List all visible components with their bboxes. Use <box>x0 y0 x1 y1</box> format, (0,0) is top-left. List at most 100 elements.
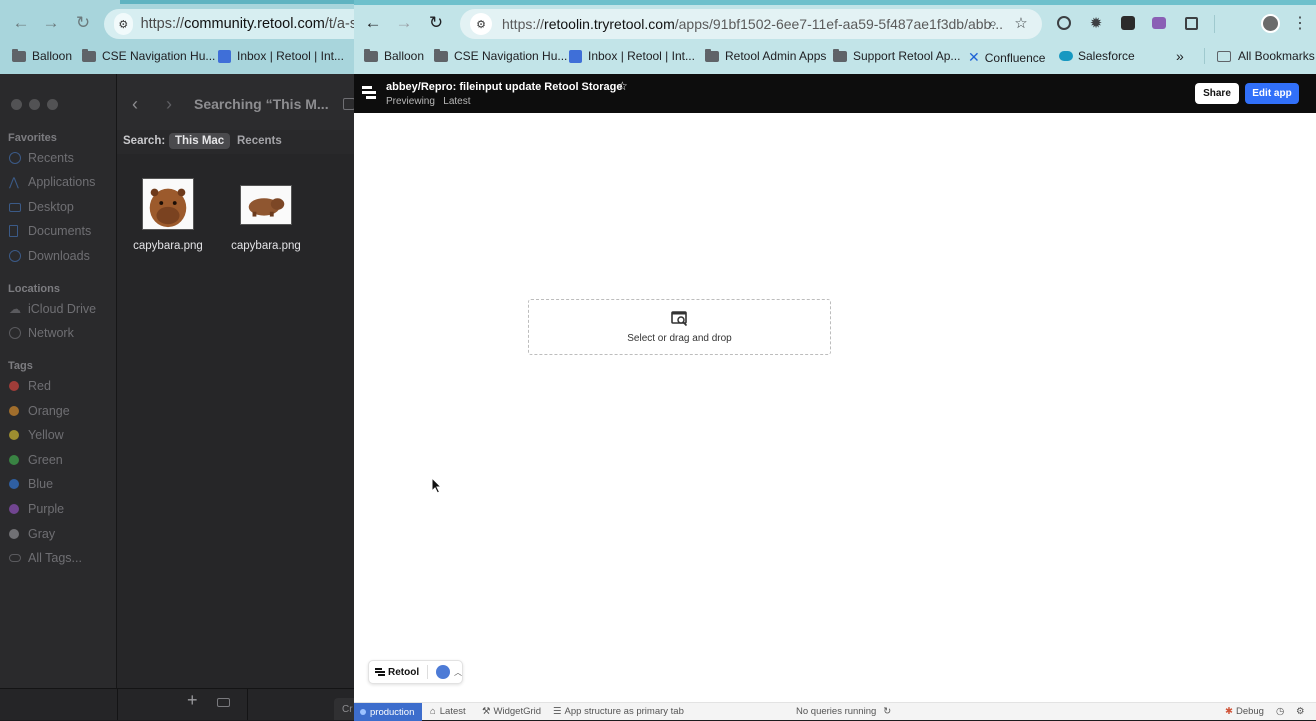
bookmark-balloon[interactable]: Balloon <box>12 48 72 63</box>
bookmark-inbox[interactable]: Inbox | Retool | Int... <box>218 49 344 63</box>
favorites-header: Favorites <box>8 132 57 144</box>
sidebar-item-documents[interactable]: Documents <box>9 221 91 241</box>
file-search-icon <box>670 310 687 326</box>
status-version[interactable]: ⌂ Latest <box>430 706 466 717</box>
folder-outline-icon <box>1217 50 1231 62</box>
profile-avatar[interactable] <box>1261 14 1280 33</box>
retool-menu-pill[interactable]: Retool ︿ <box>368 660 463 684</box>
share-button[interactable]: Share <box>1195 83 1239 104</box>
finder-forward-icon[interactable]: › <box>166 94 172 115</box>
scope-recents[interactable]: Recents <box>231 133 288 149</box>
sidebar-item-applications[interactable]: ⋀ Applications <box>9 172 95 192</box>
extension-cat-icon[interactable] <box>1147 11 1171 35</box>
sidebar-item-desktop[interactable]: Desktop <box>9 197 74 217</box>
edit-app-button[interactable]: Edit app <box>1245 83 1299 104</box>
star-bookmark-icon[interactable]: ☆ <box>1009 11 1033 35</box>
forward-arrow-icon[interactable]: → <box>391 10 417 36</box>
bookmark-cse-navigation[interactable]: CSE Navigation Hu... <box>82 48 215 63</box>
sidebar-tag-label: Gray <box>28 526 56 541</box>
bookmark-cse-navigation[interactable]: CSE Navigation Hu... <box>434 48 568 63</box>
back-address-bar[interactable]: ⚙ https://community.retool.com/t/a-stra <box>104 9 374 39</box>
reload-icon[interactable]: ↻ <box>423 10 449 36</box>
bookmark-label: Confluence <box>984 50 1046 65</box>
keyboard-icon[interactable] <box>217 698 230 707</box>
back-arrow-icon[interactable]: ← <box>360 10 386 36</box>
status-structure[interactable]: ☰ App structure as primary tab <box>553 706 684 717</box>
sidebar-tag-blue[interactable]: Blue <box>9 474 53 494</box>
tag-icon: ⌂ <box>430 706 436 717</box>
minimize-window-icon[interactable] <box>29 99 40 110</box>
sidebar-item-recents[interactable]: Recents <box>9 148 74 168</box>
menu-kebab-icon[interactable]: ⋮ <box>1288 11 1312 35</box>
app-title: abbey/Repro: fileinput update Retool Sto… <box>386 81 623 93</box>
capybara-thumbnail <box>142 178 194 230</box>
back-arrow-icon[interactable]: ← <box>8 10 34 36</box>
refresh-icon[interactable]: ↻ <box>883 706 891 717</box>
bookmark-label: Balloon <box>384 49 425 63</box>
clock-icon <box>9 152 21 164</box>
zoom-search-icon[interactable]: ⌕ <box>981 11 1005 35</box>
sidebar-tag-orange[interactable]: Orange <box>9 401 70 421</box>
zoom-window-icon[interactable] <box>47 99 58 110</box>
scope-this-mac[interactable]: This Mac <box>169 133 231 149</box>
sidebar-item-label: Desktop <box>28 200 74 214</box>
bookmark-confluence[interactable]: ✕ Confluence <box>968 49 1045 66</box>
bookmark-label: CSE Navigation Hu... <box>454 49 568 63</box>
sidebar-item-network[interactable]: Network <box>9 323 74 343</box>
finder-back-icon[interactable]: ‹ <box>132 94 138 115</box>
tag-color-dot-icon <box>9 504 19 514</box>
sidebar-item-icloud[interactable]: ☁ iCloud Drive <box>9 299 96 319</box>
app-version[interactable]: Latest <box>443 96 470 107</box>
app-mode: Previewing <box>386 96 435 107</box>
file-dropzone[interactable]: Select or drag and drop <box>528 299 831 355</box>
all-bookmarks[interactable]: All Bookmarks <box>1217 49 1315 63</box>
tag-color-dot-icon <box>9 454 19 465</box>
file-item[interactable]: capybara.png <box>123 178 213 252</box>
document-icon <box>9 225 18 237</box>
file-item[interactable]: capybara.png <box>221 185 311 252</box>
history-icon[interactable]: ◷ <box>1276 706 1284 717</box>
extension-lens-icon[interactable] <box>1052 11 1076 35</box>
sidebar-tag-red[interactable]: Red <box>9 376 51 396</box>
retool-logo-icon <box>375 668 385 676</box>
app-status-bar: production ⌂ Latest ⚒ WidgetGrid ☰ App stru… <box>354 702 1316 721</box>
site-settings-icon[interactable]: ⚙ <box>470 13 492 35</box>
status-version-label: Latest <box>439 706 466 717</box>
sidebar-item-label: iCloud Drive <box>28 302 97 316</box>
bookmarks-divider <box>1204 48 1205 64</box>
sidebar-tag-yellow[interactable]: Yellow <box>9 425 64 445</box>
site-settings-icon[interactable]: ⚙ <box>114 13 133 35</box>
address-bar[interactable]: ⚙ https://retoolin.tryretool.com/apps/91… <box>460 9 1042 39</box>
sidebar-tag-purple[interactable]: Purple <box>9 499 64 519</box>
bookmark-retool-admin[interactable]: Retool Admin Apps <box>705 48 826 63</box>
bookmark-support-retool[interactable]: Support Retool Ap... <box>833 48 960 63</box>
sidebar-item-label: Network <box>28 326 74 340</box>
gear-extension-icon[interactable]: ✹ <box>1084 11 1108 35</box>
sidebar-item-all-tags[interactable]: All Tags... <box>9 548 82 568</box>
retool-logo-icon[interactable] <box>362 86 376 99</box>
sidebar-tag-label: Yellow <box>28 428 64 443</box>
reload-icon[interactable]: ↻ <box>70 10 96 36</box>
chevron-up-icon[interactable]: ︿ <box>454 667 462 678</box>
settings-gear-icon[interactable]: ⚙ <box>1296 706 1305 717</box>
sidebar-tag-gray[interactable]: Gray <box>9 524 55 544</box>
close-window-icon[interactable] <box>11 99 22 110</box>
bookmark-balloon[interactable]: Balloon <box>364 48 425 63</box>
favorite-star-icon[interactable]: ☆ <box>617 79 628 93</box>
sidebar-tag-green[interactable]: Green <box>9 450 63 470</box>
forward-arrow-icon[interactable]: → <box>38 10 64 36</box>
user-avatar[interactable] <box>436 665 450 679</box>
debug-button[interactable]: ✱ Debug <box>1225 706 1264 717</box>
sidebar-item-downloads[interactable]: Downloads <box>9 246 90 266</box>
bug-icon: ✱ <box>1225 706 1233 717</box>
status-widget[interactable]: ⚒ WidgetGrid <box>482 706 541 717</box>
download-icon <box>9 250 21 262</box>
bookmark-salesforce[interactable]: Salesforce <box>1059 49 1135 63</box>
tags-icon <box>9 554 21 562</box>
bookmark-inbox[interactable]: Inbox | Retool | Int... <box>569 49 695 63</box>
more-bookmarks-icon[interactable]: » <box>1176 48 1184 64</box>
extension-puzzle-dark-icon[interactable] <box>1116 11 1140 35</box>
environment-badge[interactable]: production <box>354 703 422 721</box>
add-icon[interactable]: + <box>187 690 198 711</box>
extensions-puzzle-icon[interactable] <box>1179 11 1203 35</box>
